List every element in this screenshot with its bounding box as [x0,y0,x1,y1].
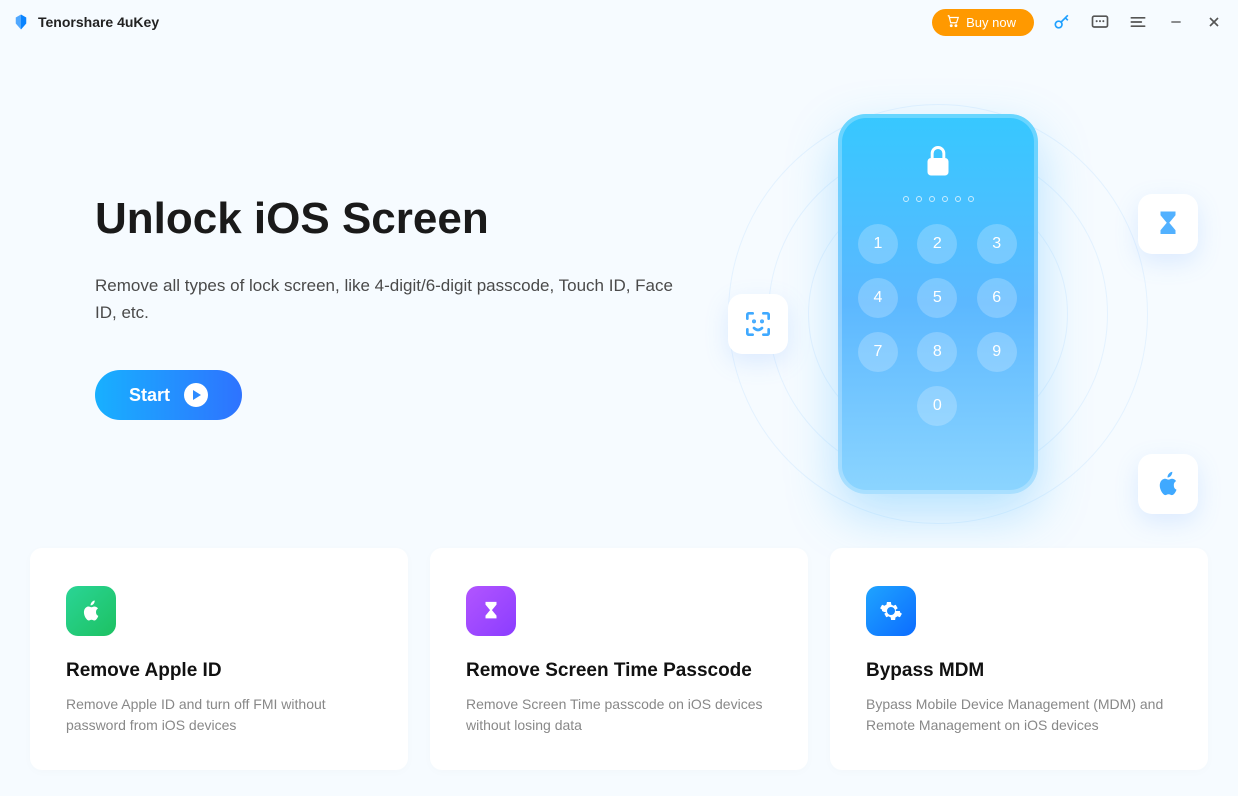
apple-icon [66,586,116,636]
play-icon [184,383,208,407]
feature-cards: Remove Apple ID Remove Apple ID and turn… [0,548,1238,770]
start-label: Start [129,385,170,406]
start-button[interactable]: Start [95,370,242,420]
keypad-key: 7 [858,332,898,372]
titlebar: Tenorshare 4uKey Buy now [0,0,1238,44]
keypad-key: 6 [977,278,1017,318]
keypad: 1 2 3 4 5 6 7 8 9 0 [858,224,1018,426]
page-description: Remove all types of lock screen, like 4-… [95,272,685,326]
buy-now-button[interactable]: Buy now [932,9,1034,36]
buy-now-label: Buy now [966,15,1016,30]
hourglass-icon [466,586,516,636]
page-title: Unlock iOS Screen [95,194,705,244]
minimize-icon[interactable] [1166,12,1186,32]
app-title: Tenorshare 4uKey [38,14,159,30]
keypad-key: 2 [917,224,957,264]
card-title: Remove Apple ID [66,660,372,682]
card-description: Remove Screen Time passcode on iOS devic… [466,694,772,736]
card-description: Remove Apple ID and turn off FMI without… [66,694,372,736]
hero-content: Unlock iOS Screen Remove all types of lo… [95,144,705,420]
keypad-key: 8 [917,332,957,372]
passcode-dots [903,196,974,202]
app-logo-icon [12,13,30,31]
apple-icon [1138,454,1198,514]
keypad-key: 5 [917,278,957,318]
hero-section: Unlock iOS Screen Remove all types of lo… [0,44,1238,420]
phone-illustration: 1 2 3 4 5 6 7 8 9 0 [838,114,1038,494]
keypad-key: 3 [977,224,1017,264]
title-right: Buy now [932,9,1224,36]
card-screen-time[interactable]: Remove Screen Time Passcode Remove Scree… [430,548,808,770]
hero-illustration: 1 2 3 4 5 6 7 8 9 0 [708,94,1168,534]
card-bypass-mdm[interactable]: Bypass MDM Bypass Mobile Device Manageme… [830,548,1208,770]
card-title: Bypass MDM [866,660,1172,682]
key-icon[interactable] [1052,12,1072,32]
keypad-key: 0 [917,386,957,426]
card-remove-apple-id[interactable]: Remove Apple ID Remove Apple ID and turn… [30,548,408,770]
lock-icon [924,144,952,178]
card-description: Bypass Mobile Device Management (MDM) an… [866,694,1172,736]
gear-icon [866,586,916,636]
title-left: Tenorshare 4uKey [12,13,159,31]
keypad-key: 4 [858,278,898,318]
card-title: Remove Screen Time Passcode [466,660,772,682]
keypad-key: 1 [858,224,898,264]
face-id-icon [728,294,788,354]
feedback-icon[interactable] [1090,12,1110,32]
hourglass-icon [1138,194,1198,254]
menu-icon[interactable] [1128,12,1148,32]
cart-icon [946,14,960,31]
keypad-key: 9 [977,332,1017,372]
close-icon[interactable] [1204,12,1224,32]
